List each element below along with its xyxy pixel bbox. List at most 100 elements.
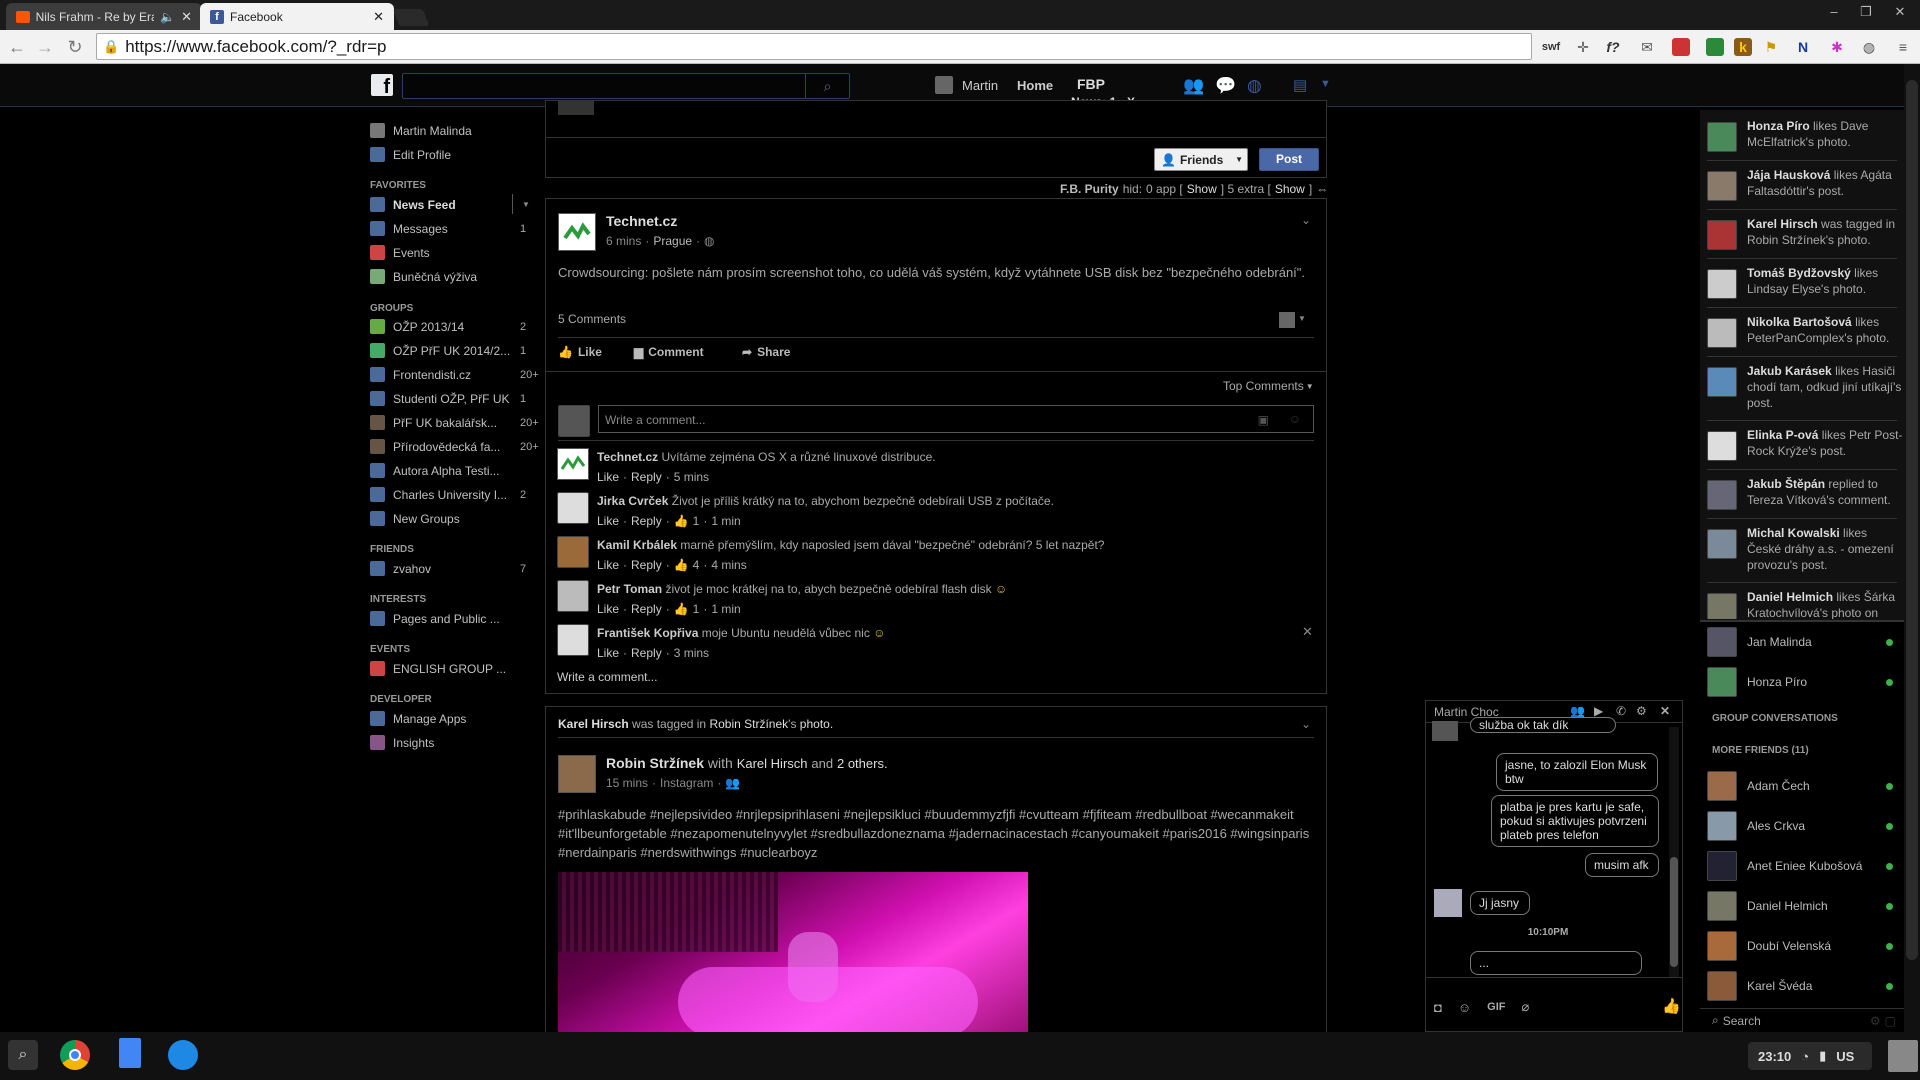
left-nav-profile[interactable]: Martin Malinda <box>370 123 530 138</box>
hide-comment-close-icon[interactable]: ✕ <box>1302 624 1313 640</box>
extension-k-icon[interactable]: k <box>1734 38 1752 56</box>
sidebar-item-group[interactable]: Frontendisti.cz 20+ <box>370 367 539 382</box>
avatar[interactable] <box>558 405 590 437</box>
home-link[interactable]: Home <box>1017 78 1053 93</box>
avatar[interactable] <box>557 492 589 524</box>
gif-icon[interactable]: GIF <box>1487 1001 1505 1013</box>
comments-count-link[interactable]: 5 Comments <box>558 312 626 326</box>
chat-friend[interactable]: Jan Malinda <box>1707 625 1903 659</box>
chat-search-input[interactable]: ⌕ Search ⚙ ▢ <box>1700 1008 1904 1032</box>
write-comment-link[interactable]: Write a comment... <box>557 670 657 684</box>
menu-icon[interactable]: ≡ <box>1894 38 1912 56</box>
search-icon[interactable]: ⌕ <box>805 74 849 98</box>
comment-input[interactable]: Write a comment... ▣ ☺ <box>598 405 1314 433</box>
sidebar-item-event[interactable]: ENGLISH GROUP ... <box>370 661 530 676</box>
post-button[interactable]: Post <box>1259 148 1319 171</box>
files-icon[interactable] <box>168 1040 198 1070</box>
color-picker-extension-icon[interactable]: ✱ <box>1828 38 1846 56</box>
privacy-shortcuts-icon[interactable]: ▤ <box>1293 76 1307 94</box>
sidebar-item-pages[interactable]: Pages and Public ... <box>370 611 530 626</box>
swf-extension-icon[interactable]: swf <box>1540 38 1562 56</box>
share-button[interactable]: ➦ Share <box>742 345 790 359</box>
chevron-down-icon[interactable]: ▼ <box>1298 314 1306 323</box>
sidebar-item-friend-list[interactable]: zvahov 7 <box>370 561 530 576</box>
avatar[interactable] <box>557 536 589 568</box>
facebook-logo-icon[interactable]: f <box>371 74 393 98</box>
sidebar-item-group[interactable]: OŽP 2013/14 2 <box>370 319 530 334</box>
post-author[interactable]: Technet.cz <box>606 213 677 229</box>
sidebar-item-new-groups[interactable]: New Groups <box>370 511 530 526</box>
chat-friend[interactable]: Ales Crkva <box>1707 809 1903 843</box>
sidebar-item-group[interactable]: Autora Alpha Testi... <box>370 463 530 478</box>
notifications-globe-icon[interactable]: ◍ <box>1247 76 1262 96</box>
avatar[interactable] <box>1888 1040 1918 1072</box>
sidebar-item-group[interactable]: OŽP PřF UK 2014/2... 1 <box>370 343 530 358</box>
avatar[interactable] <box>1279 312 1295 328</box>
sidebar-item-group[interactable]: Charles University I... 2 <box>370 487 530 502</box>
attachment-icon[interactable]: ⌀ <box>1521 999 1529 1015</box>
gear-icon[interactable]: ⚙ <box>1636 704 1647 718</box>
friend-requests-icon[interactable]: 👥 <box>1183 76 1204 96</box>
reload-icon[interactable]: ↻ <box>64 36 86 58</box>
page-scrollbar-thumb[interactable] <box>1906 80 1918 960</box>
chat-friend[interactable]: Karel Švéda <box>1707 969 1903 1003</box>
crosshair-extension-icon[interactable]: ✛ <box>1574 38 1592 56</box>
tab-soundcloud[interactable]: Nils Frahm - Re by Eras 🔈 ✕ <box>6 3 202 30</box>
sidebar-item-bunecna-vyziva[interactable]: Buněčná výživa <box>370 269 530 284</box>
sidebar-item-group[interactable]: Studenti OŽP, PřF UK 1 <box>370 391 530 406</box>
messages-icon[interactable]: 💬 <box>1215 76 1236 96</box>
bookmark-extension-icon[interactable]: ⚑ <box>1762 38 1780 56</box>
extension-green-icon[interactable] <box>1706 38 1724 56</box>
window-close-icon[interactable]: ✕ <box>1890 4 1910 22</box>
sidebar-item-group[interactable]: PřF UK bakalářsk... 20+ <box>370 415 539 430</box>
mail-extension-icon[interactable]: ✉ <box>1638 38 1656 56</box>
globe-extension-icon[interactable]: ◍ <box>1860 38 1878 56</box>
forward-icon[interactable]: → <box>34 36 56 58</box>
camera-icon[interactable]: ▣ <box>1258 413 1269 427</box>
ticker-item[interactable]: Daniel Helmich likes Šárka Kratochvílová… <box>1707 589 1903 619</box>
emoji-icon[interactable]: ☺ <box>1458 1000 1471 1015</box>
avatar[interactable] <box>557 580 589 612</box>
extension-n-icon[interactable]: N <box>1794 38 1812 56</box>
phone-icon[interactable]: ✆ <box>1616 704 1626 718</box>
news-feed-options-icon[interactable]: ▼ <box>522 200 530 209</box>
avatar[interactable] <box>935 76 953 94</box>
chat-friend[interactable]: Daniel Helmich <box>1707 889 1903 923</box>
thumbs-up-icon[interactable]: 👍 <box>1662 997 1681 1015</box>
camera-icon[interactable]: ◘ <box>1434 1000 1442 1015</box>
avatar[interactable] <box>557 624 589 656</box>
docs-icon[interactable] <box>119 1038 141 1068</box>
like-button[interactable]: 👍 Like <box>558 345 602 359</box>
chat-friend[interactable]: Doubí Velenská <box>1707 929 1903 963</box>
system-tray[interactable]: 23:10 ◔ ▮ US <box>1748 1042 1872 1070</box>
top-comments-selector[interactable]: Top Comments ▼ <box>1223 379 1314 393</box>
sidebar-item-news-feed[interactable]: News Feed ▼ <box>370 194 530 214</box>
close-tab-icon[interactable]: ✕ <box>181 9 192 25</box>
add-friends-icon[interactable]: 👥 <box>1570 704 1585 718</box>
technet-logo-icon[interactable] <box>558 213 596 251</box>
fbpurity-show-apps[interactable]: Show <box>1187 182 1217 196</box>
post-photo[interactable] <box>558 872 1028 1033</box>
close-tab-icon[interactable]: ✕ <box>373 9 384 25</box>
chrome-icon[interactable] <box>60 1040 90 1070</box>
minimize-icon[interactable]: – <box>1824 4 1844 22</box>
chat-popout-icon[interactable]: ▢ <box>1885 1014 1896 1028</box>
account-menu-icon[interactable]: ▼ <box>1320 78 1331 90</box>
audience-selector[interactable]: 👤 Friends ▼ <box>1154 148 1248 171</box>
fbpurity-settings-icon[interactable]: ⇔ <box>1316 182 1328 196</box>
header-user-name[interactable]: Martin <box>962 78 998 93</box>
chat-friend[interactable]: Adam Čech <box>1707 769 1903 803</box>
extension-red-icon[interactable] <box>1672 38 1690 56</box>
chat-friend[interactable]: Anet Eniee Kubošová <box>1707 849 1903 883</box>
chat-friend[interactable]: Honza Píro <box>1707 665 1903 699</box>
tab-facebook[interactable]: f Facebook ✕ <box>200 3 394 30</box>
avatar[interactable] <box>558 755 596 793</box>
formula-extension-icon[interactable]: f? <box>1604 38 1622 56</box>
technet-logo-icon[interactable] <box>557 448 589 480</box>
launcher-search-icon[interactable]: ⌕ <box>8 1040 38 1070</box>
address-bar[interactable]: 🔒 https://www.facebook.com/?_rdr=p <box>96 33 1532 60</box>
emoji-icon[interactable]: ☺ <box>1289 412 1301 426</box>
back-icon[interactable]: ← <box>6 36 28 58</box>
post-options-chevron-icon[interactable]: ⌄ <box>1301 213 1311 227</box>
left-nav-edit-profile[interactable]: Edit Profile <box>370 147 530 162</box>
